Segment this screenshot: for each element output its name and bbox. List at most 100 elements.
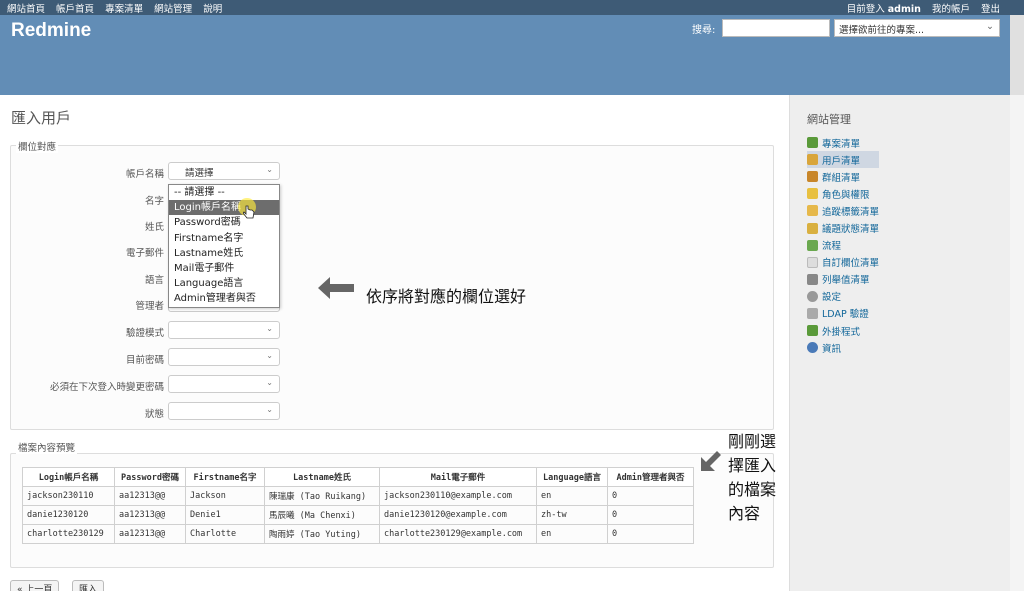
dropdown-option[interactable]: Password密碼 xyxy=(169,215,279,230)
help-icon xyxy=(807,342,818,354)
search-label: 搜尋: xyxy=(692,25,716,36)
table-cell: en xyxy=(536,524,608,544)
workflow-icon xyxy=(807,239,818,251)
dropdown-option[interactable]: Lastname姓氏 xyxy=(169,246,279,261)
chevron-down-icon: ⌄ xyxy=(266,351,273,360)
sidebar-item-info[interactable]: 資訊 xyxy=(807,339,879,356)
user-icon xyxy=(807,154,818,166)
sidebar-item-projects[interactable]: 專案清單 xyxy=(807,134,879,151)
chevron-down-icon: ⌄ xyxy=(266,378,273,387)
list-icon xyxy=(807,273,818,285)
group-icon xyxy=(807,171,818,183)
top-link-administration[interactable]: 網站管理 xyxy=(154,4,192,15)
sidebar-item-enumerations[interactable]: 列舉值清單 xyxy=(807,271,879,288)
dropdown-option[interactable]: -- 請選擇 -- xyxy=(169,185,279,200)
table-cell: danie1230120 xyxy=(22,505,115,525)
table-cell: 陳瑞康 (Tao Ruikang) xyxy=(264,486,380,506)
sidebar-item-label: 專案清單 xyxy=(822,138,861,150)
header: Redmine 搜尋: 選擇欲前往的專案... ⌄ xyxy=(0,15,1024,95)
logged-in-text: 目前登入 admin xyxy=(847,4,921,15)
select-must-change-password[interactable]: ⌄ xyxy=(168,375,280,393)
dropdown-option[interactable]: Firstname名字 xyxy=(169,231,279,246)
select-status[interactable]: ⌄ xyxy=(168,402,280,420)
logged-in-user[interactable]: admin xyxy=(888,4,921,15)
mapping-hint: 依序將對應的欄位選好 xyxy=(366,287,527,306)
dropdown-option[interactable]: Mail電子郵件 xyxy=(169,261,279,276)
project-jump-select[interactable]: 選擇欲前往的專案... ⌄ xyxy=(834,19,1000,37)
select-auth-mode[interactable]: ⌄ xyxy=(168,321,280,339)
sidebar-item-label: 資訊 xyxy=(822,343,842,355)
field-label-mail: 電子郵件 xyxy=(125,248,164,259)
top-link-home[interactable]: 網站首頁 xyxy=(7,4,45,15)
field-label-login: 帳戶名稱 xyxy=(125,169,164,180)
sidebar-item-label: 外掛程式 xyxy=(822,326,861,338)
table-cell: Charlotte xyxy=(185,524,265,544)
sidebar-item-label: 角色與權限 xyxy=(822,189,870,201)
table-cell: 0 xyxy=(607,524,694,544)
sidebar-item-label: 自訂欄位清單 xyxy=(822,258,880,270)
sidebar-item-plugins[interactable]: 外掛程式 xyxy=(807,322,879,339)
import-button[interactable]: 匯入 xyxy=(72,580,105,591)
login-dropdown-list[interactable]: -- 請選擇 -- Login帳戶名稱 Password密碼 Firstname… xyxy=(168,184,280,308)
table-cell: jackson230110 xyxy=(22,486,115,506)
preview-legend: 檔案內容預覽 xyxy=(16,440,78,454)
sidebar-item-issue-statuses[interactable]: 議題狀態清單 xyxy=(807,219,879,236)
select-login-value: 請選擇 xyxy=(185,168,214,179)
field-label-status: 狀態 xyxy=(144,409,164,420)
chevron-down-icon: ⌄ xyxy=(266,324,273,333)
sidebar-menu: 專案清單 用戶清單 群組清單 角色與權限 追蹤標籤清單 議題狀態清單 流程 自訂… xyxy=(807,134,880,356)
chevron-down-icon: ⌄ xyxy=(986,21,994,32)
checkbox-icon xyxy=(807,222,818,234)
logout-link[interactable]: 登出 xyxy=(981,4,1000,15)
brand-title[interactable]: Redmine xyxy=(11,20,91,42)
my-account-link[interactable]: 我的帳戶 xyxy=(932,4,970,15)
field-label-password: 目前密碼 xyxy=(125,355,164,366)
top-link-projects[interactable]: 專案清單 xyxy=(105,4,143,15)
dropdown-option[interactable]: Language語言 xyxy=(169,276,279,291)
page-scrollbar[interactable] xyxy=(1010,95,1024,591)
search-input[interactable] xyxy=(722,19,830,37)
preview-header: Firstname名字 xyxy=(185,467,265,487)
table-cell: danie1230120@example.com xyxy=(379,505,537,525)
sidebar-item-workflow[interactable]: 流程 xyxy=(807,237,879,254)
table-cell: en xyxy=(536,486,608,506)
top-menu: 網站首頁 帳戶首頁 專案清單 網站管理 說明 目前登入 admin 我的帳戶 登… xyxy=(0,0,1024,15)
table-row: jackson230110 aa12313@@ Jackson 陳瑞康 (Tao… xyxy=(22,486,694,506)
sidebar-item-ldap[interactable]: LDAP 驗證 xyxy=(807,305,879,322)
top-link-help[interactable]: 說明 xyxy=(203,4,222,15)
sidebar-item-label: 議題狀態清單 xyxy=(822,224,880,236)
field-label-firstname: 名字 xyxy=(144,196,164,207)
table-row: charlotte230129 aa12313@@ Charlotte 陶雨婷 … xyxy=(22,524,694,544)
sidebar-item-users[interactable]: 用戶清單 xyxy=(807,151,880,169)
table-cell: charlotte230129@example.com xyxy=(379,524,537,544)
sidebar-item-label: 設定 xyxy=(822,292,842,304)
sidebar-item-groups[interactable]: 群組清單 xyxy=(807,168,879,185)
select-password[interactable]: ⌄ xyxy=(168,348,280,366)
table-cell: 陶雨婷 (Tao Yuting) xyxy=(264,524,380,544)
lock-icon xyxy=(807,307,818,319)
preview-header-row: Login帳戶名稱 Password密碼 Firstname名字 Lastnam… xyxy=(22,467,694,487)
sidebar-item-label: LDAP 驗證 xyxy=(822,309,869,321)
sidebar-item-settings[interactable]: 設定 xyxy=(807,288,879,305)
sidebar-item-trackers[interactable]: 追蹤標籤清單 xyxy=(807,202,879,219)
table-cell: aa12313@@ xyxy=(114,486,186,506)
puzzle-icon xyxy=(807,325,818,337)
sidebar-item-label: 群組清單 xyxy=(822,172,861,184)
back-button[interactable]: « 上一頁 xyxy=(10,580,60,591)
table-cell: Jackson xyxy=(185,486,265,506)
sidebar-item-custom-fields[interactable]: 自訂欄位清單 xyxy=(807,254,879,271)
table-cell: jackson230110@example.com xyxy=(379,486,537,506)
select-login[interactable]: 請選擇 ⌄ xyxy=(168,162,280,180)
table-cell: Denie1 xyxy=(185,505,265,525)
table-cell: 0 xyxy=(607,505,694,525)
dropdown-option-highlighted[interactable]: Login帳戶名稱 xyxy=(169,200,279,216)
field-label-admin: 管理者 xyxy=(135,301,164,312)
preview-header: Mail電子郵件 xyxy=(379,467,537,487)
sidebar-item-roles[interactable]: 角色與權限 xyxy=(807,185,879,202)
project-jump-placeholder: 選擇欲前往的專案... xyxy=(839,25,925,36)
top-link-my-page[interactable]: 帳戶首頁 xyxy=(56,4,94,15)
table-row: danie1230120 aa12313@@ Denie1 馬辰曦 (Ma Ch… xyxy=(22,505,694,525)
table-cell: aa12313@@ xyxy=(114,524,186,544)
dropdown-option[interactable]: Admin管理者與否 xyxy=(169,291,279,306)
header-scrollbar[interactable] xyxy=(1010,15,1024,95)
